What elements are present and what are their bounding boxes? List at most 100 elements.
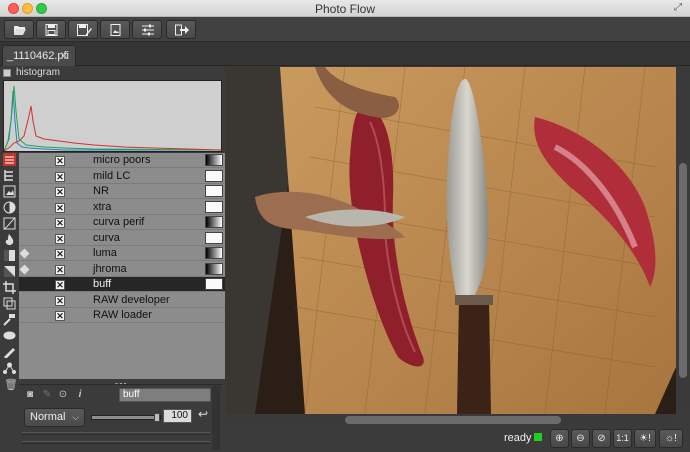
zoom-fit-icon: ⊘ (597, 433, 606, 444)
clone-stamp-icon[interactable] (3, 313, 16, 326)
opacity-slider-knob[interactable] (154, 413, 160, 422)
zoom-in-button[interactable]: ⊕ (550, 429, 569, 448)
scrollbar-thumb[interactable] (679, 163, 687, 378)
export-button[interactable] (100, 20, 130, 39)
opacity-field[interactable]: 100 (163, 409, 192, 423)
zoom-out-button[interactable]: ⊖ (571, 429, 590, 448)
layer-name: curva perif (93, 216, 145, 228)
tree-icon[interactable] (3, 169, 16, 182)
layer-mask-thumbnail[interactable] (205, 216, 223, 228)
layer-name: curva (93, 231, 120, 244)
layer-visibility-toggle[interactable]: ✕ (55, 156, 65, 166)
layer-row[interactable]: ✕ xtra (19, 200, 225, 215)
zoom-out-icon: ⊖ (576, 433, 585, 444)
layer-visibility-toggle[interactable]: ✕ (55, 249, 65, 259)
layer-row[interactable]: ✕ buff (19, 277, 225, 292)
settings-button[interactable] (132, 20, 162, 39)
layer-row[interactable]: ✕ curva (19, 231, 225, 246)
fullscreen-icon[interactable]: ⤢ (672, 2, 684, 14)
layer-visibility-toggle[interactable]: ✕ (55, 280, 65, 290)
exposure-high-icon: ☀! (639, 433, 651, 444)
chevron-down-icon: ⌵ (72, 412, 79, 422)
crop-icon[interactable] (3, 281, 16, 294)
zoom-in-icon: ⊕ (555, 433, 564, 444)
layer-row[interactable]: ✕ curva perif (19, 215, 225, 230)
save-button[interactable] (36, 20, 66, 39)
transform-icon[interactable] (3, 297, 16, 310)
layer-mask-thumbnail[interactable] (205, 154, 223, 166)
layer-row[interactable]: ✕ RAW loader (19, 308, 225, 323)
ellipse-icon[interactable] (3, 329, 16, 342)
layer-row[interactable]: ✕ RAW developer (19, 293, 225, 308)
visibility-icon[interactable]: ◙ (24, 389, 36, 401)
layers-icon[interactable] (3, 153, 16, 166)
layer-row[interactable]: ✕ luma (19, 246, 225, 261)
layer-visibility-toggle[interactable]: ✕ (55, 202, 65, 213)
layer-mask-thumbnail[interactable] (205, 231, 223, 244)
exit-icon (175, 24, 189, 36)
histogram-header[interactable]: histogram (0, 66, 225, 79)
layer-name: luma (93, 247, 117, 259)
layer-name: micro poors (93, 154, 151, 166)
properties-scrollbar[interactable] (212, 386, 220, 451)
layer-visibility-toggle[interactable]: ✕ (55, 311, 65, 321)
exposure-low-button[interactable]: ☼! (659, 429, 683, 448)
layer-mask-thumbnail[interactable] (205, 262, 223, 275)
contrast-icon[interactable] (3, 201, 16, 214)
histogram (3, 80, 222, 152)
histogram-label: histogram (16, 67, 60, 78)
save-icon (45, 24, 58, 36)
divider (22, 432, 210, 435)
status-bar: ready ⊕ ⊖ ⊘ 1:1 ☀! ☼! (225, 426, 690, 452)
layer-mask-thumbnail[interactable] (205, 278, 223, 290)
layer-mask-thumbnail[interactable] (205, 247, 223, 259)
opacity-slider[interactable] (91, 413, 161, 422)
layer-visibility-toggle[interactable]: ✕ (55, 233, 65, 244)
layer-visibility-toggle[interactable]: ✕ (55, 218, 65, 228)
layer-row[interactable]: ✕ mild LC (19, 169, 225, 184)
layer-visibility-toggle[interactable]: ✕ (55, 295, 65, 306)
collapse-icon[interactable] (3, 69, 11, 77)
save-as-icon (77, 24, 92, 36)
node-icon[interactable] (3, 361, 16, 374)
blend-mode-select[interactable]: Normal ⌵ (24, 408, 85, 427)
layer-name: RAW loader (93, 309, 152, 321)
canvas-horizontal-scrollbar[interactable] (225, 414, 676, 426)
divider (22, 441, 210, 444)
canvas-vertical-scrollbar[interactable] (676, 67, 690, 414)
exposure-high-button[interactable]: ☀! (634, 429, 656, 448)
reset-icon[interactable]: ↩ (195, 407, 211, 423)
histogram-plot (3, 85, 222, 152)
layer-name: jhroma (93, 262, 127, 275)
curves-icon[interactable] (3, 217, 16, 230)
open-button[interactable] (4, 20, 34, 39)
close-icon[interactable]: ✕ (59, 49, 69, 63)
diagonal-gradient-icon[interactable] (3, 265, 16, 278)
layer-name-field[interactable]: buff (119, 388, 211, 402)
scrollbar-thumb[interactable] (345, 416, 561, 424)
image-layer-icon[interactable] (3, 185, 16, 198)
layer-mask-thumbnail[interactable] (205, 185, 223, 197)
save-as-button[interactable] (68, 20, 98, 39)
tab-document[interactable]: _1110462.pfi ✕ (2, 45, 76, 66)
clock-icon[interactable]: ⊙ (57, 389, 69, 401)
layer-visibility-toggle[interactable]: ✕ (55, 264, 65, 275)
image-canvas[interactable] (225, 67, 676, 414)
exit-button[interactable] (166, 20, 196, 39)
layer-mask-thumbnail[interactable] (205, 200, 223, 213)
zoom-actual-button[interactable]: 1:1 (613, 429, 632, 448)
layer-row[interactable]: ✕ NR (19, 184, 225, 199)
trash-icon[interactable]: 🗑 (4, 378, 18, 391)
gradient-icon[interactable] (3, 249, 16, 262)
layer-row[interactable]: ✕ jhroma (19, 262, 225, 277)
layer-name: mild LC (93, 169, 131, 182)
layer-visibility-toggle[interactable]: ✕ (55, 171, 65, 182)
layer-mask-thumbnail[interactable] (205, 169, 223, 182)
status-text: ready (504, 432, 532, 444)
layer-row[interactable]: ✕ micro poors (19, 153, 225, 168)
brush-icon[interactable] (3, 345, 16, 358)
info-icon[interactable]: i (74, 389, 86, 401)
fire-icon[interactable] (3, 233, 16, 246)
layer-visibility-toggle[interactable]: ✕ (55, 187, 65, 197)
zoom-fit-button[interactable]: ⊘ (592, 429, 611, 448)
